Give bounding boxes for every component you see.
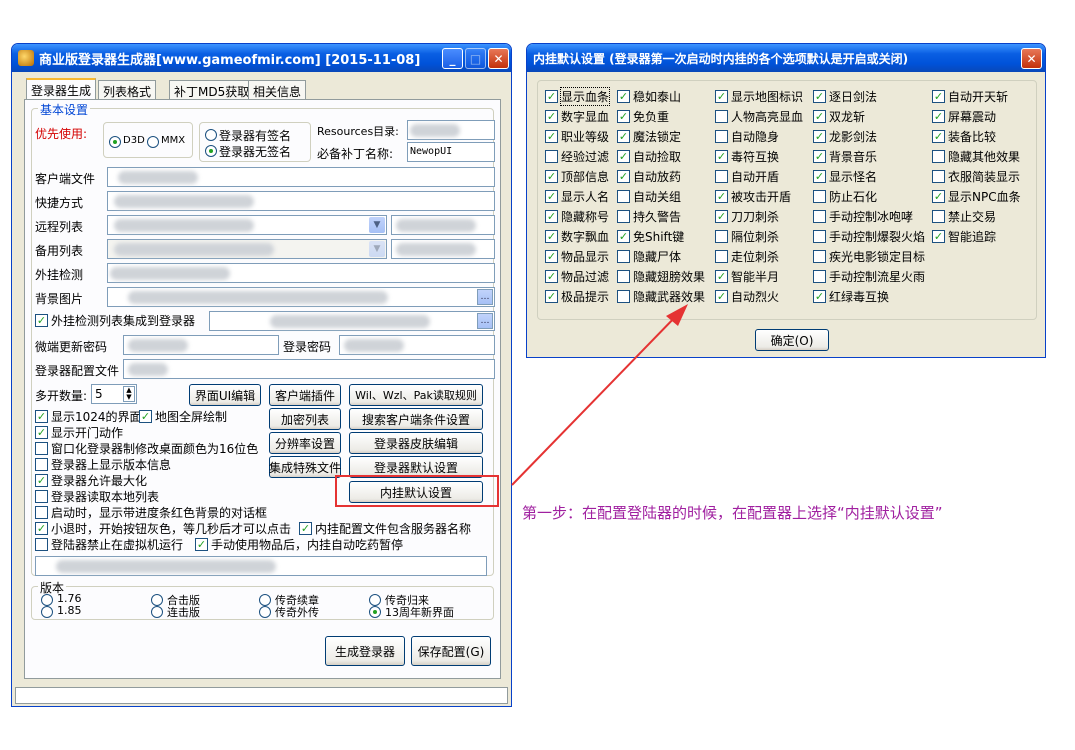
annotation-arrow <box>511 304 688 486</box>
annotation-text: 第一步：在配置登陆器的时候，在配置器上选择“内挂默认设置” <box>522 504 943 522</box>
